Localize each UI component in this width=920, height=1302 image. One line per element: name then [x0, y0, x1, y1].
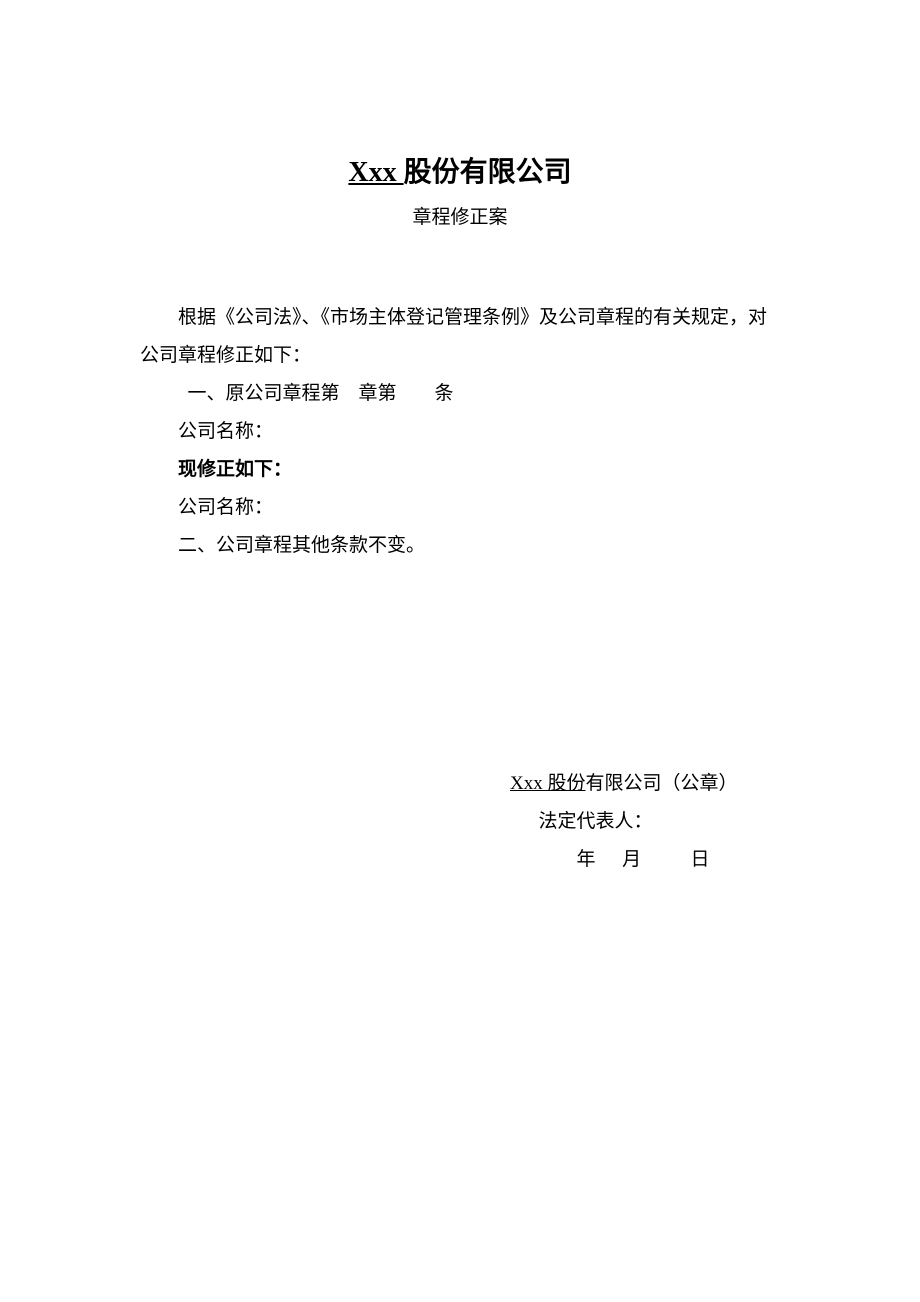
signature-company-prefix: Xxx 股份: [510, 773, 585, 794]
item-1: 一、原公司章程第 章第 条: [140, 375, 780, 413]
signature-date: 年 月 日: [510, 841, 780, 879]
document-body: 根据《公司法》、《市场主体登记管理条例》及公司章程的有关规定，对公司章程修正如下…: [140, 299, 780, 565]
title-company-suffix: 股份有限公司: [404, 157, 572, 188]
document-subtitle: 章程修正案: [140, 202, 780, 229]
signature-block: Xxx 股份有限公司（公章） 法定代表人： 年 月 日: [140, 765, 780, 879]
signature-legal-rep: 法定代表人：: [510, 803, 780, 841]
signature-company-suffix: 有限公司（公章）: [585, 773, 737, 794]
item-2: 二、公司章程其他条款不变。: [140, 527, 780, 565]
title-company-prefix: Xxx: [348, 157, 403, 188]
company-name-original: 公司名称：: [140, 413, 780, 451]
document-title: Xxx 股份有限公司: [140, 150, 780, 190]
intro-paragraph: 根据《公司法》、《市场主体登记管理条例》及公司章程的有关规定，对公司章程修正如下…: [140, 299, 780, 375]
amend-label: 现修正如下：: [140, 451, 780, 489]
company-name-amended: 公司名称：: [140, 489, 780, 527]
signature-company: Xxx 股份有限公司（公章）: [510, 765, 780, 803]
